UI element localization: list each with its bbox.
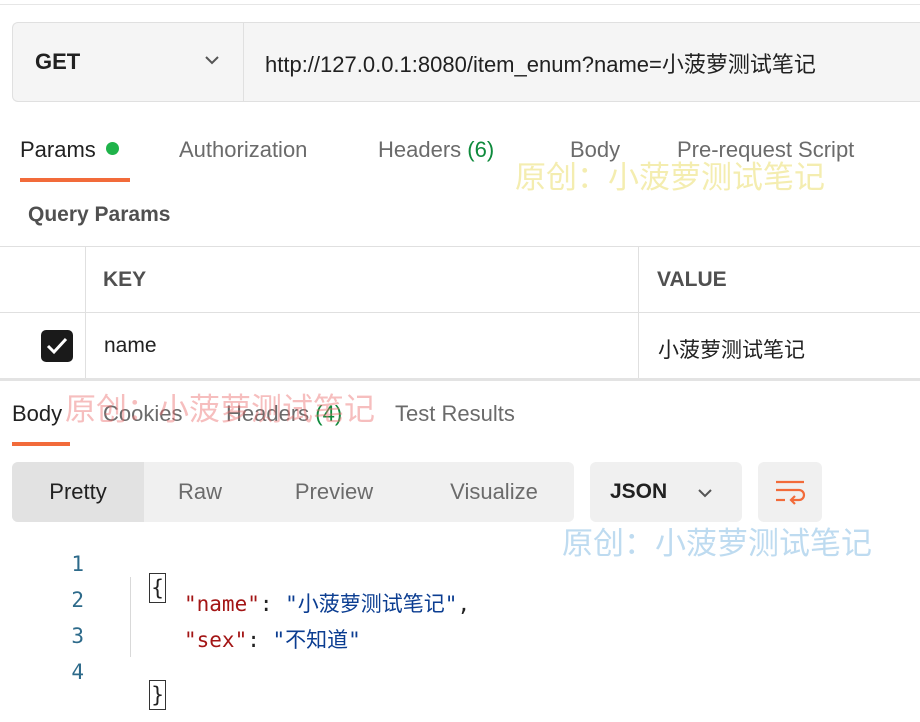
table-col-divider	[85, 246, 86, 378]
json-value: "不知道"	[272, 628, 361, 652]
tab-authorization[interactable]: Authorization	[179, 137, 307, 163]
line-number: 2	[71, 588, 84, 612]
tab-params-label: Params	[20, 137, 96, 162]
pane-divider	[0, 378, 920, 381]
tab-headers-count: (6)	[467, 137, 495, 162]
watermark: 原创：小菠萝测试笔记	[65, 392, 375, 428]
view-mode-raw[interactable]: Raw	[144, 462, 256, 522]
wrap-lines-button[interactable]	[758, 462, 822, 522]
json-colon: :	[259, 592, 286, 616]
tab-params-underline	[20, 178, 130, 182]
method-select[interactable]: GET	[13, 23, 244, 101]
param-key-cell[interactable]: name	[104, 334, 157, 358]
code-line: }	[124, 656, 166, 710]
wrap-lines-icon	[776, 480, 806, 505]
url-input[interactable]: http://127.0.0.1:8080/item_enum?name=小菠萝…	[265, 47, 816, 79]
line-number: 4	[71, 660, 84, 684]
column-header-value: VALUE	[657, 268, 727, 291]
code-line: "sex": "不知道"	[184, 624, 361, 654]
watermark: 原创：小菠萝测试笔记	[562, 526, 872, 562]
line-number: 3	[71, 624, 84, 648]
format-select-label: JSON	[610, 480, 668, 503]
view-mode-segmented: Pretty Raw Preview Visualize	[12, 462, 574, 522]
chevron-down-icon	[205, 56, 219, 65]
json-value: "小菠萝测试笔记"	[285, 592, 458, 616]
tab-params[interactable]: Params	[20, 137, 119, 163]
json-key: "name"	[184, 592, 260, 616]
param-enabled-checkbox[interactable]	[41, 330, 73, 362]
method-label: GET	[35, 49, 81, 74]
tab-headers[interactable]: Headers (6)	[378, 137, 494, 163]
open-brace: {	[149, 573, 166, 603]
response-tab-test-results[interactable]: Test Results	[395, 401, 515, 427]
response-tab-body-underline	[12, 442, 70, 446]
table-top-border	[0, 246, 920, 247]
column-header-key: KEY	[103, 268, 147, 291]
format-select[interactable]: JSON	[590, 462, 742, 522]
check-icon	[46, 337, 68, 355]
table-col-divider	[638, 246, 639, 378]
response-tab-body[interactable]: Body	[12, 401, 62, 427]
request-url-bar: GET http://127.0.0.1:8080/item_enum?name…	[12, 22, 920, 102]
chevron-down-icon	[698, 489, 712, 498]
json-comma: ,	[457, 592, 471, 616]
table-header-border	[0, 312, 920, 313]
view-mode-pretty[interactable]: Pretty	[12, 462, 144, 522]
query-params-title: Query Params	[28, 203, 171, 226]
tab-headers-label: Headers	[378, 137, 462, 162]
top-divider	[0, 4, 920, 5]
code-line: "name": "小菠萝测试笔记",	[184, 588, 470, 618]
param-value-cell[interactable]: 小菠萝测试笔记	[658, 334, 805, 364]
line-number: 1	[71, 552, 84, 576]
view-mode-preview[interactable]: Preview	[274, 462, 394, 522]
code-line: {	[124, 549, 166, 603]
json-key: "sex"	[184, 628, 248, 652]
view-mode-visualize[interactable]: Visualize	[432, 462, 556, 522]
json-colon: :	[247, 628, 273, 652]
close-brace: }	[149, 680, 166, 710]
watermark: 原创：小菠萝测试笔记	[515, 160, 825, 196]
params-status-dot	[105, 142, 119, 155]
